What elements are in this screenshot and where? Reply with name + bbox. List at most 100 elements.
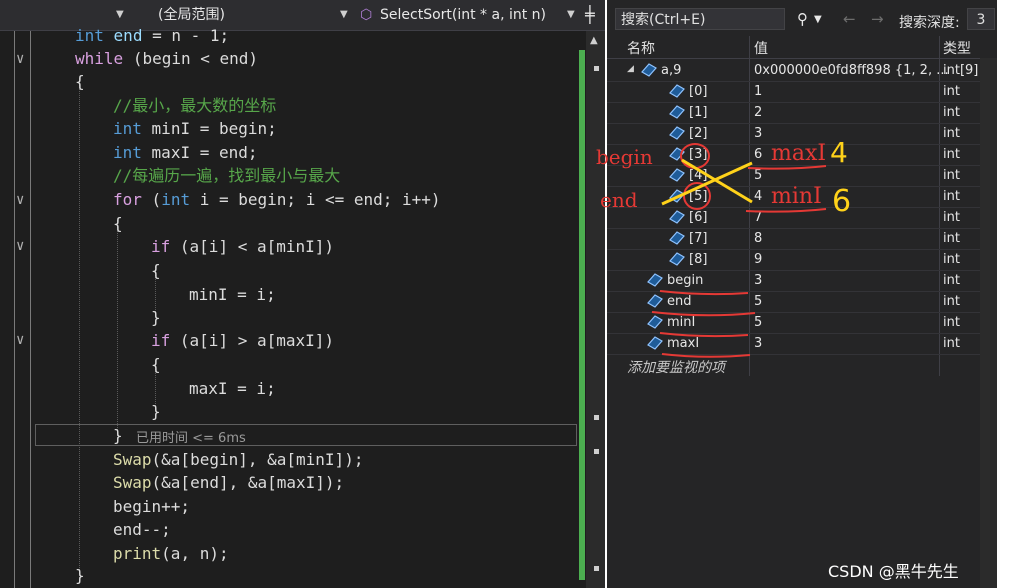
search-input[interactable]: 搜索(Ctrl+E): [615, 8, 785, 30]
watch-row-type: int: [943, 84, 960, 99]
watch-row-type: int: [943, 336, 960, 351]
variable-icon: [669, 252, 685, 266]
code-line: end--;: [113, 520, 171, 539]
column-header-name[interactable]: 名称: [627, 38, 655, 58]
watch-row[interactable]: end 5 int: [607, 291, 997, 313]
watch-row-type: int: [943, 189, 960, 204]
variable-icon: [669, 147, 685, 161]
watch-row-value[interactable]: 3: [754, 273, 762, 288]
watch-row-value[interactable]: 4: [754, 189, 762, 204]
code-line: begin++;: [113, 497, 191, 516]
variable-icon: [647, 294, 663, 308]
code-line: }: [151, 402, 161, 421]
watch-row-type: int: [943, 273, 960, 288]
variable-icon: [669, 210, 685, 224]
watch-row-type: int: [943, 294, 960, 309]
watch-row-name: end: [667, 294, 692, 309]
watch-row-value[interactable]: 6: [754, 147, 762, 162]
watch-row-type: int: [943, 231, 960, 246]
code-line: while (begin < end): [75, 49, 259, 68]
code-editor[interactable]: ▼ (全局范围) ▼ ⬡ SelectSort(int * a, int n) …: [0, 0, 605, 588]
code-line: int maxI = end;: [113, 143, 258, 162]
search-icon[interactable]: ⚲: [797, 10, 808, 28]
watch-row-type: int: [943, 105, 960, 120]
watch-row[interactable]: [6] 7 int: [607, 207, 997, 229]
watch-row-name: [1]: [689, 105, 708, 120]
editor-scrollbar[interactable]: ▲: [586, 31, 605, 588]
watch-row[interactable]: ◢ a,9 0x000000e0fd8ff898 {1, 2, ... int[9]: [607, 60, 997, 82]
watch-row-value[interactable]: 1: [754, 84, 762, 99]
watch-row-type: int: [943, 168, 960, 183]
watch-row-type: int: [943, 210, 960, 225]
code-line: }: [151, 308, 161, 327]
watch-row-name: maxI: [667, 336, 700, 351]
watch-row[interactable]: [1] 2 int: [607, 102, 997, 124]
code-line: Swap(&a[end], &a[maxI]);: [113, 473, 345, 492]
watch-row[interactable]: [3] 6 int: [607, 144, 997, 166]
watch-row-name: [5]: [689, 189, 708, 204]
code-line: Swap(&a[begin], &a[minI]);: [113, 450, 364, 469]
watch-row[interactable]: [8] 9 int: [607, 249, 997, 271]
watermark: CSDN @黑牛先生: [828, 562, 959, 581]
watch-row-value[interactable]: 9: [754, 252, 762, 267]
add-watch-item[interactable]: 添加要监视的项: [627, 357, 725, 377]
watch-row[interactable]: [0] 1 int: [607, 81, 997, 103]
watch-row-value[interactable]: 0x000000e0fd8ff898 {1, 2, ...: [754, 63, 949, 78]
variable-icon: [641, 63, 657, 77]
watch-row-value[interactable]: 7: [754, 210, 762, 225]
watch-row-value[interactable]: 3: [754, 336, 762, 351]
back-arrow-icon[interactable]: ←: [843, 10, 856, 28]
code-line: {: [151, 355, 161, 374]
elapsed-time-hint: 已用时间 <= 6ms: [136, 431, 246, 446]
watch-row[interactable]: maxI 3 int: [607, 333, 997, 355]
variable-icon: [669, 168, 685, 182]
column-header-value[interactable]: 值: [754, 38, 768, 58]
watch-scrollbar[interactable]: [980, 58, 997, 588]
code-line: }: [75, 566, 85, 585]
chevron-down-icon[interactable]: ▼: [814, 14, 822, 25]
watch-row[interactable]: begin 3 int: [607, 270, 997, 292]
code-line: }: [113, 426, 123, 445]
search-depth-input[interactable]: 3: [967, 8, 995, 30]
watch-row[interactable]: [4] 5 int: [607, 165, 997, 187]
watch-window: 搜索(Ctrl+E) ⚲ ▼ ← → 搜索深度: 3 名称 值 类型 ◢ a,9 0…: [607, 0, 997, 588]
code-line: {: [113, 214, 123, 233]
code-line: if (a[i] < a[minI]): [151, 237, 335, 256]
code-area[interactable]: int end = n - 1; while (begin < end) { /…: [0, 0, 580, 588]
column-header-type[interactable]: 类型: [943, 38, 971, 58]
variable-icon: [669, 84, 685, 98]
watch-row-value[interactable]: 2: [754, 105, 762, 120]
variable-icon: [669, 189, 685, 203]
watch-row-value[interactable]: 5: [754, 168, 762, 183]
watch-search-bar: 搜索(Ctrl+E) ⚲ ▼ ← → 搜索深度: 3: [607, 6, 997, 34]
expand-triangle-icon[interactable]: ◢: [627, 64, 634, 74]
watch-row-type: int[9]: [943, 63, 979, 78]
variable-icon: [669, 105, 685, 119]
watch-row-name: [6]: [689, 210, 708, 225]
watch-row-value[interactable]: 8: [754, 231, 762, 246]
code-comment: //每遍历一遍，找到最小与最大: [113, 166, 341, 185]
watch-row-value[interactable]: 3: [754, 126, 762, 141]
watch-row-name: [8]: [689, 252, 708, 267]
variable-icon: [647, 336, 663, 350]
watch-row[interactable]: [5] 4 int: [607, 186, 997, 208]
watch-row[interactable]: minI 5 int: [607, 312, 997, 334]
watch-row-name: [3]: [689, 147, 708, 162]
watch-row-name: a,9: [661, 63, 682, 78]
scroll-up-icon[interactable]: ▲: [590, 35, 598, 46]
indent-guide: [117, 220, 118, 438]
forward-arrow-icon[interactable]: →: [871, 10, 884, 28]
split-icon[interactable]: ╪: [585, 4, 595, 26]
scroll-marker: [594, 66, 599, 71]
watch-row[interactable]: [7] 8 int: [607, 228, 997, 250]
code-line: {: [75, 72, 85, 91]
search-depth-label: 搜索深度:: [899, 15, 960, 31]
watch-row-name: minI: [667, 315, 696, 330]
watch-row-name: [2]: [689, 126, 708, 141]
change-indicator-bar: [579, 50, 585, 580]
watch-row-type: int: [943, 315, 960, 330]
watch-row-value[interactable]: 5: [754, 315, 762, 330]
watch-row[interactable]: [2] 3 int: [607, 123, 997, 145]
variable-icon: [669, 231, 685, 245]
watch-row-value[interactable]: 5: [754, 294, 762, 309]
